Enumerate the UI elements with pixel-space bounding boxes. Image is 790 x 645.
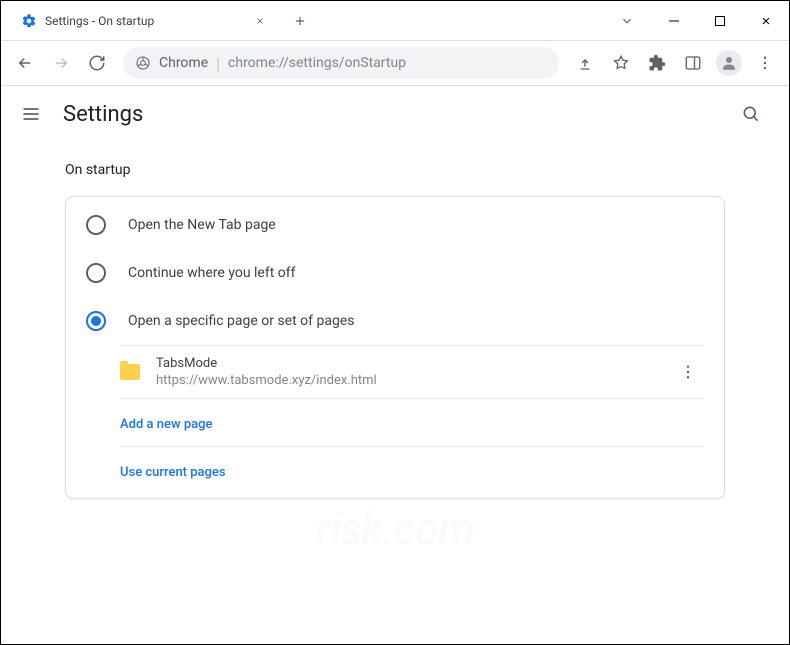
extensions-icon[interactable]	[641, 47, 673, 79]
link-label: Use current pages	[120, 465, 226, 480]
omnibox-prefix: Chrome	[159, 55, 208, 71]
tab-title: Settings - On startup	[45, 14, 154, 28]
chrome-icon	[135, 55, 151, 71]
section-title: On startup	[65, 162, 725, 178]
back-button[interactable]	[9, 47, 41, 79]
radio-icon	[86, 215, 106, 235]
menu-kebab-icon[interactable]	[749, 47, 781, 79]
page-url: https://www.tabsmode.xyz/index.html	[156, 373, 656, 388]
window-titlebar: Settings - On startup	[1, 1, 789, 41]
radio-option-specific[interactable]: Open a specific page or set of pages	[66, 297, 724, 345]
omnibox-separator: |	[216, 54, 220, 73]
startup-page-item: TabsMode https://www.tabsmode.xyz/index.…	[120, 345, 704, 398]
search-icon[interactable]	[731, 94, 771, 134]
address-bar[interactable]: Chrome | chrome://settings/onStartup	[123, 47, 559, 79]
profile-avatar[interactable]	[713, 47, 745, 79]
gear-icon	[21, 13, 37, 29]
page-name: TabsMode	[156, 356, 656, 371]
close-tab-icon[interactable]	[252, 13, 268, 29]
radio-option-continue[interactable]: Continue where you left off	[66, 249, 724, 297]
omnibox-url: chrome://settings/onStartup	[228, 55, 406, 71]
radio-label: Open a specific page or set of pages	[128, 313, 354, 329]
radio-icon	[86, 311, 106, 331]
radio-label: Open the New Tab page	[128, 217, 276, 233]
link-label: Add a new page	[120, 417, 212, 432]
settings-header: Settings	[1, 86, 789, 142]
page-title: Settings	[63, 102, 143, 127]
add-new-page-link[interactable]: Add a new page	[120, 398, 704, 446]
close-window-button[interactable]	[743, 1, 789, 41]
startup-pages-list: TabsMode https://www.tabsmode.xyz/index.…	[66, 345, 724, 494]
share-icon[interactable]	[569, 47, 601, 79]
use-current-pages-link[interactable]: Use current pages	[120, 446, 704, 494]
forward-button[interactable]	[45, 47, 77, 79]
browser-toolbar: Chrome | chrome://settings/onStartup	[1, 41, 789, 85]
radio-icon	[86, 263, 106, 283]
folder-icon	[120, 364, 140, 380]
hamburger-icon[interactable]	[19, 102, 43, 126]
maximize-button[interactable]	[697, 1, 743, 41]
sidepanel-icon[interactable]	[677, 47, 709, 79]
page-menu-kebab-icon[interactable]	[672, 356, 704, 388]
chevron-down-icon[interactable]	[611, 5, 643, 37]
new-tab-button[interactable]	[286, 7, 314, 35]
radio-option-newtab[interactable]: Open the New Tab page	[66, 201, 724, 249]
bookmark-star-icon[interactable]	[605, 47, 637, 79]
startup-card: Open the New Tab page Continue where you…	[65, 196, 725, 499]
reload-button[interactable]	[81, 47, 113, 79]
browser-tab[interactable]: Settings - On startup	[11, 5, 278, 37]
main-content: On startup Open the New Tab page Continu…	[1, 142, 789, 519]
radio-label: Continue where you left off	[128, 265, 296, 281]
minimize-button[interactable]	[651, 1, 697, 41]
